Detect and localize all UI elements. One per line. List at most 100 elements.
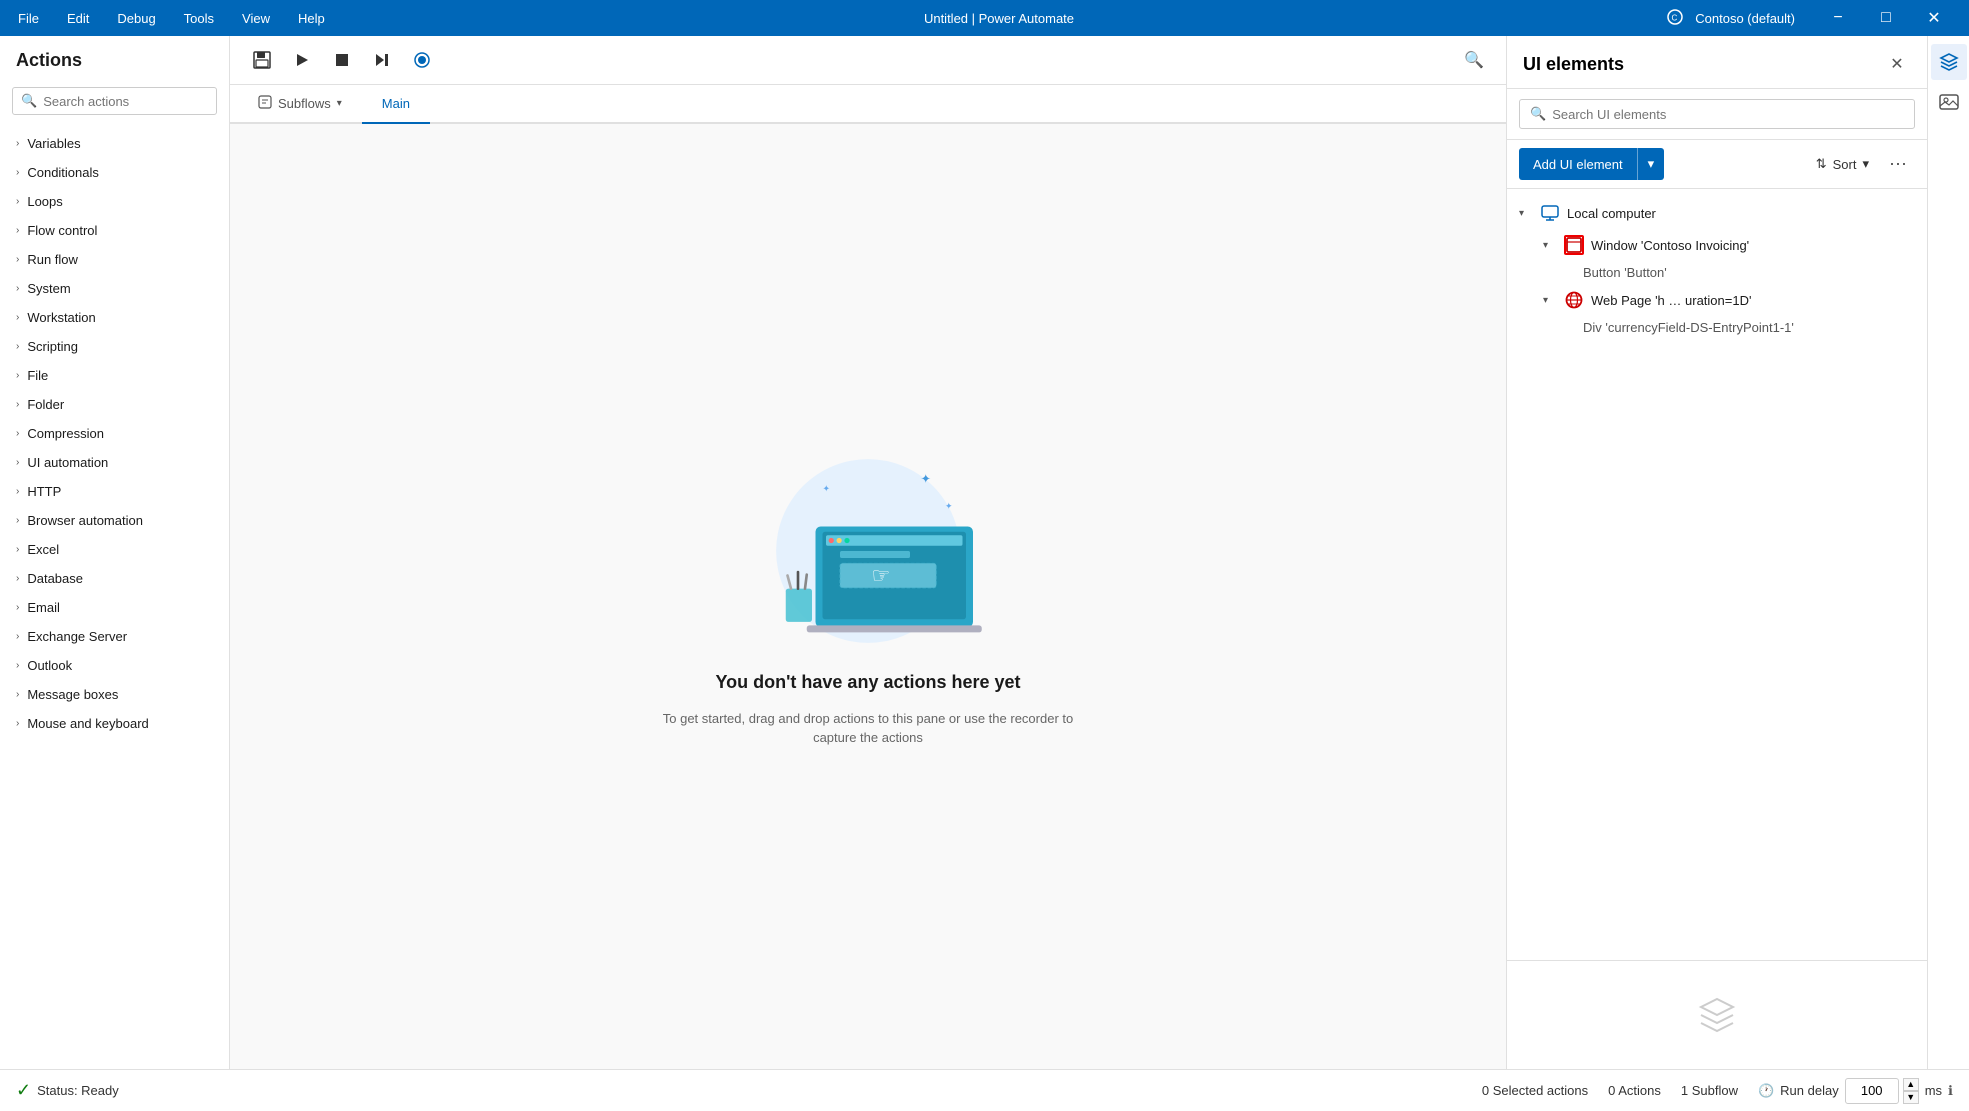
action-label: Run flow [27,252,78,267]
svg-text:✦: ✦ [921,471,931,485]
chevron-icon: › [16,573,19,584]
action-item-excel[interactable]: › Excel [0,535,229,564]
action-item-exchange-server[interactable]: › Exchange Server [0,622,229,651]
run-delay-up[interactable]: ▲ [1903,1078,1919,1091]
svg-text:C: C [1672,13,1678,22]
selected-actions-section: 0 Selected actions [1482,1083,1588,1098]
svg-text:✦: ✦ [823,483,831,493]
play-button[interactable] [286,44,318,76]
add-ui-element-button[interactable]: Add UI element ▾ [1519,148,1664,180]
action-item-run-flow[interactable]: › Run flow [0,245,229,274]
tab-main[interactable]: Main [362,85,430,124]
tree-webpage-section: ▾ Web Page 'h … uration=1D' [1507,284,1927,339]
action-item-file[interactable]: › File [0,361,229,390]
chevron-icon: › [16,196,19,207]
ui-elements-panel: UI elements ✕ 🔍 Add UI element ▾ ⇅ Sort … [1507,36,1927,1069]
action-item-database[interactable]: › Database [0,564,229,593]
user-account[interactable]: C [1667,9,1683,28]
action-item-outlook[interactable]: › Outlook [0,651,229,680]
action-item-message-boxes[interactable]: › Message boxes [0,680,229,709]
tree-child-div[interactable]: Div 'currencyField-DS-EntryPoint1-1' [1531,316,1927,339]
menu-tools[interactable]: Tools [178,7,220,30]
actions-search-box[interactable]: 🔍 [12,87,217,115]
window-label: Window 'Contoso Invoicing' [1591,238,1749,253]
menu-help[interactable]: Help [292,7,331,30]
save-button[interactable] [246,44,278,76]
actions-count-section: 0 Actions [1608,1083,1661,1098]
run-delay-section: 🕐 Run delay ▲ ▼ ms ℹ [1758,1078,1953,1104]
action-item-ui-automation[interactable]: › UI automation [0,448,229,477]
action-label: Message boxes [27,687,118,702]
ui-panel-close-button[interactable]: ✕ [1883,50,1911,78]
tree-item-window[interactable]: ▾ Window 'Contoso Invoicing' [1531,229,1927,261]
tree-child-button[interactable]: Button 'Button' [1531,261,1927,284]
action-item-browser-automation[interactable]: › Browser automation [0,506,229,535]
action-item-variables[interactable]: › Variables [0,129,229,158]
add-ui-dropdown-button[interactable]: ▾ [1638,149,1665,179]
flow-canvas: ✦ ✦ ✦ ✦ [230,124,1506,1069]
flow-tabs: Subflows ▾ Main [230,85,1506,124]
action-label: Browser automation [27,513,143,528]
action-item-conditionals[interactable]: › Conditionals [0,158,229,187]
tree-chevron-icon: ▾ [1543,295,1557,306]
subflow-icon [258,95,272,112]
action-item-scripting[interactable]: › Scripting [0,332,229,361]
menu-edit[interactable]: Edit [61,7,95,30]
sort-icon: ⇅ [1816,156,1827,172]
add-ui-btn-label[interactable]: Add UI element [1519,150,1637,179]
record-button[interactable] [406,44,438,76]
user-label: Contoso (default) [1695,11,1795,26]
action-item-email[interactable]: › Email [0,593,229,622]
actions-list: › Variables › Conditionals › Loops › Flo… [0,125,229,1069]
action-item-system[interactable]: › System [0,274,229,303]
action-label: System [27,281,70,296]
tree-item-webpage[interactable]: ▾ Web Page 'h … uration=1D' [1531,284,1927,316]
action-item-http[interactable]: › HTTP [0,477,229,506]
ui-panel-header: UI elements ✕ [1507,36,1927,89]
action-item-loops[interactable]: › Loops [0,187,229,216]
ui-elements-search-input[interactable] [1552,107,1904,122]
sidebar-image-button[interactable] [1931,84,1967,120]
chevron-icon: › [16,225,19,236]
action-item-flow-control[interactable]: › Flow control [0,216,229,245]
status-icon: ✓ [16,1080,31,1101]
tab-subflows[interactable]: Subflows ▾ [238,85,362,124]
menu-debug[interactable]: Debug [111,7,161,30]
maximize-button[interactable]: □ [1863,0,1909,36]
chevron-icon: › [16,486,19,497]
action-label: Database [27,571,83,586]
tree-item-local-computer[interactable]: ▾ Local computer [1507,197,1927,229]
empty-state: ✦ ✦ ✦ ✦ [658,446,1078,748]
chevron-icon: › [16,602,19,613]
sidebar-layers-button[interactable] [1931,44,1967,80]
action-item-workstation[interactable]: › Workstation [0,303,229,332]
run-delay-info-icon[interactable]: ℹ [1948,1083,1953,1099]
close-button[interactable]: ✕ [1911,0,1957,36]
action-item-folder[interactable]: › Folder [0,390,229,419]
chevron-icon: › [16,167,19,178]
minimize-button[interactable]: − [1815,0,1861,36]
more-options-button[interactable]: ⋯ [1881,150,1915,179]
chevron-icon: › [16,457,19,468]
ui-elements-tree: ▾ Local computer ▾ [1507,189,1927,960]
sort-button[interactable]: ⇅ Sort ▾ [1808,150,1877,178]
actions-count-label: 0 Actions [1608,1083,1661,1098]
tree-chevron-icon: ▾ [1543,240,1557,251]
chevron-icon: › [16,544,19,555]
search-input[interactable] [43,94,208,109]
run-delay-input: ▲ ▼ [1845,1078,1919,1104]
run-delay-value[interactable] [1845,1078,1899,1104]
menu-file[interactable]: File [12,7,45,30]
stop-button[interactable] [326,44,358,76]
right-sidebar [1927,36,1969,1069]
chevron-icon: › [16,515,19,526]
flow-search-button[interactable]: 🔍 [1458,44,1490,76]
action-item-mouse-keyboard[interactable]: › Mouse and keyboard [0,709,229,738]
empty-state-illustration: ✦ ✦ ✦ ✦ [728,446,1008,656]
action-label: Workstation [27,310,95,325]
action-item-compression[interactable]: › Compression [0,419,229,448]
run-delay-down[interactable]: ▼ [1903,1091,1919,1104]
menu-view[interactable]: View [236,7,276,30]
next-button[interactable] [366,44,398,76]
ui-elements-search-box[interactable]: 🔍 [1519,99,1915,129]
